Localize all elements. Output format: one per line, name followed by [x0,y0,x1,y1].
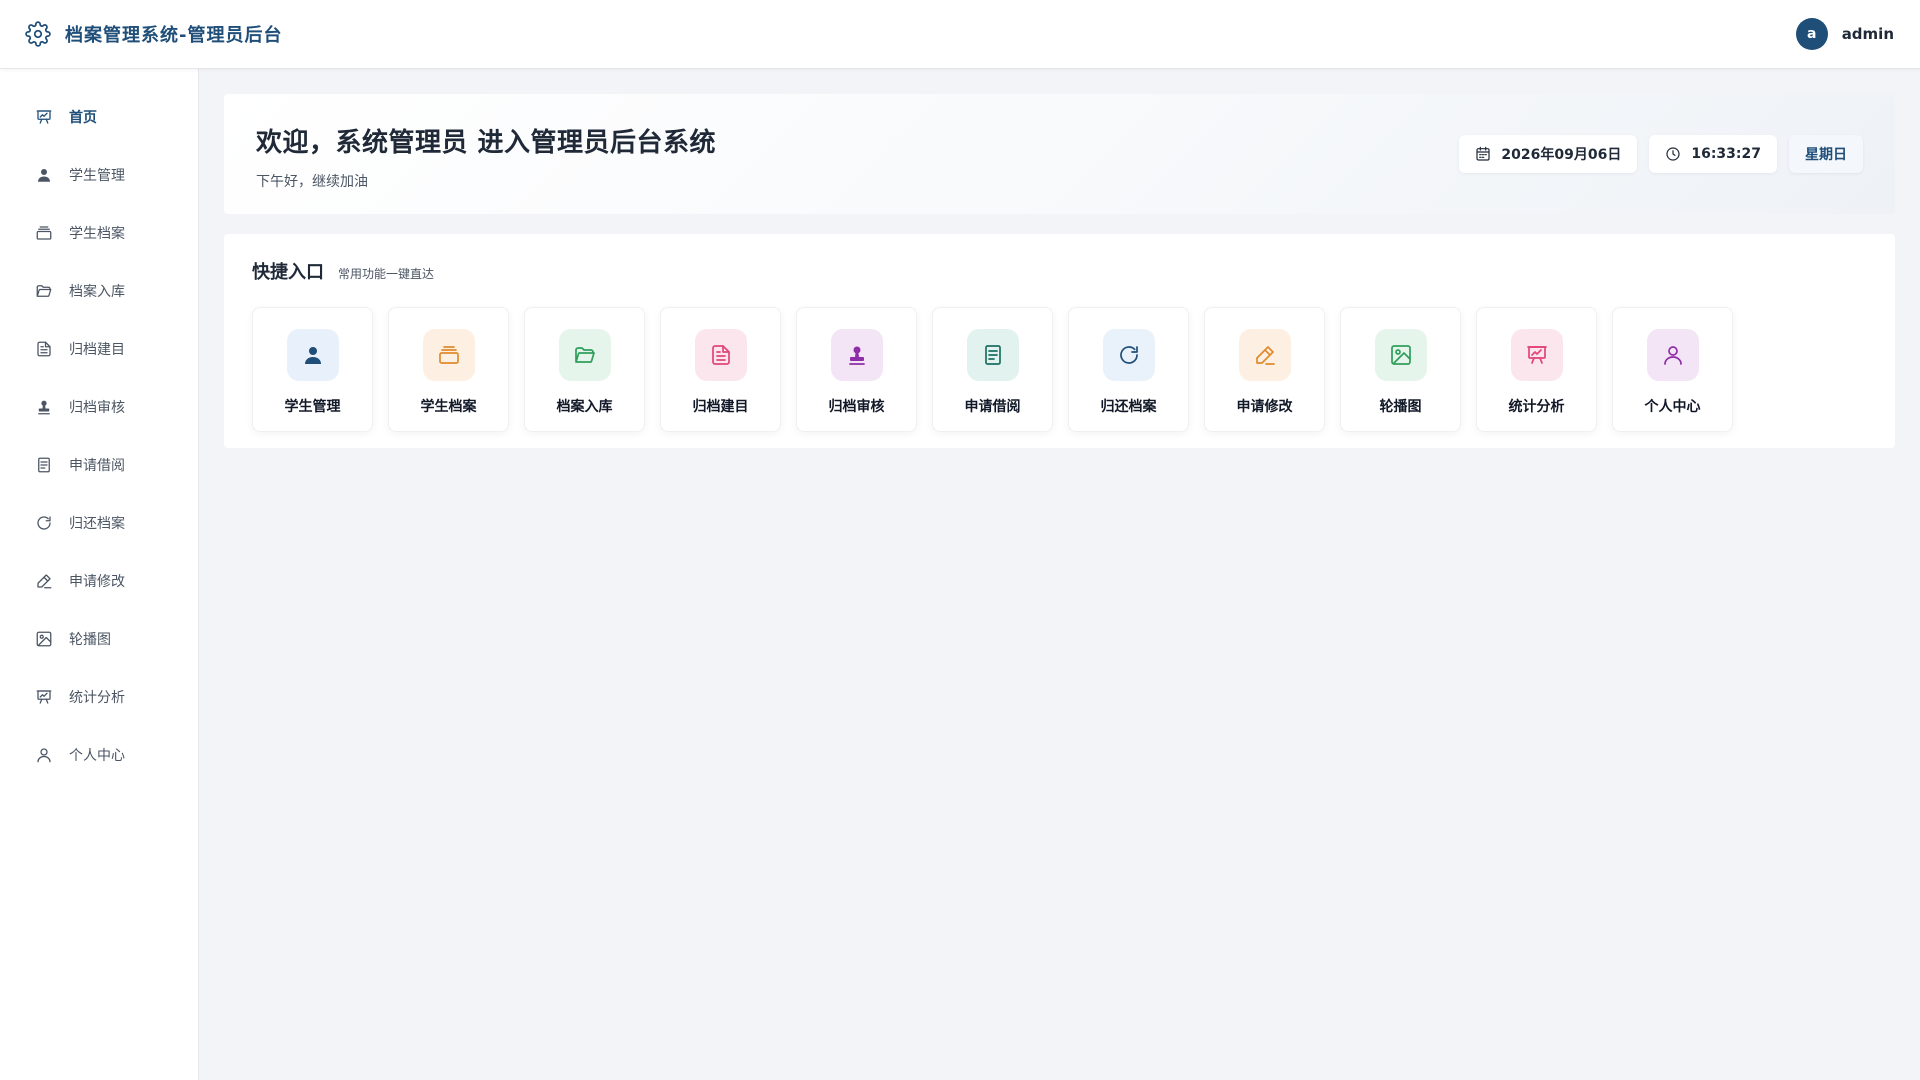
sidebar: 首页学生管理学生档案档案入库归档建目归档审核申请借阅归还档案申请修改轮播图统计分… [0,69,199,1080]
top-header: 档案管理系统-管理员后台 a admin [0,0,1920,69]
quick-entry-label: 学生档案 [420,399,477,415]
document-text-icon [35,340,53,358]
sidebar-item-3[interactable]: 档案入库 [0,262,198,320]
calendar-icon [1476,146,1491,161]
sidebar-item-label: 申请修改 [69,574,125,590]
datetime-chips: 2026年09月06日 16:33:27 星期日 [1459,135,1863,173]
quick-entry-label: 归档建目 [692,399,749,415]
date-chip: 2026年09月06日 [1459,135,1638,173]
sidebar-item-10[interactable]: 统计分析 [0,668,198,726]
pen-edit-icon [35,572,53,590]
quick-entry-label: 轮播图 [1379,399,1422,415]
sidebar-item-label: 学生档案 [69,226,125,242]
notes-icon [35,456,53,474]
presentation-chart-icon [35,688,53,706]
folder-open-icon [558,329,611,381]
sidebar-item-label: 档案入库 [69,284,125,300]
quick-entry-title: 快捷入口 [252,262,324,283]
stacked-folders-icon [422,329,475,381]
sidebar-item-6[interactable]: 申请借阅 [0,436,198,494]
user-solid-icon [286,329,339,381]
quick-entry-label: 个人中心 [1644,399,1701,415]
sidebar-item-label: 轮播图 [69,632,111,648]
stamp-icon [35,398,53,416]
presentation-chart-icon [1510,329,1563,381]
image-icon [35,630,53,648]
sidebar-item-8[interactable]: 申请修改 [0,552,198,610]
date-text: 2026年09月06日 [1501,147,1622,163]
quick-entry-card[interactable]: 申请修改 [1204,307,1325,432]
sidebar-item-label: 个人中心 [69,748,125,764]
quick-entry-card[interactable]: 学生管理 [252,307,373,432]
sidebar-item-label: 归档建目 [69,342,125,358]
sidebar-item-11[interactable]: 个人中心 [0,726,198,784]
quick-entry-card[interactable]: 学生档案 [388,307,509,432]
user-solid-icon [35,166,53,184]
quick-entry-label: 归还档案 [1100,399,1157,415]
sidebar-item-0[interactable]: 首页 [0,88,198,146]
user-outline-icon [1646,329,1699,381]
sidebar-item-2[interactable]: 学生档案 [0,204,198,262]
quick-entry-label: 申请修改 [1236,399,1293,415]
clock-icon [1666,147,1680,161]
pen-edit-icon [1238,329,1291,381]
username[interactable]: admin [1842,25,1894,43]
sidebar-item-label: 归档审核 [69,400,125,416]
quick-entry-card[interactable]: 轮播图 [1340,307,1461,432]
presentation-chart-icon [35,108,53,126]
time-text: 16:33:27 [1691,146,1761,162]
quick-entry-card[interactable]: 归档建目 [660,307,781,432]
weekday-text: 星期日 [1805,147,1847,163]
refresh-icon [1102,329,1155,381]
user-outline-icon [35,746,53,764]
user-menu[interactable]: a admin [1795,18,1894,50]
quick-entry-cards: 学生管理 学生档案 档案入库 归档建目 归档审核 申请借阅 归还档案 申请修改 轮播图 统计分析 个… [252,307,1895,432]
quick-entry-label: 归档审核 [828,399,885,415]
quick-entry-card[interactable]: 归还档案 [1068,307,1189,432]
quick-entry-subtitle: 常用功能一键直达 [338,267,435,281]
brand[interactable]: 档案管理系统-管理员后台 [25,21,282,47]
weekday-chip: 星期日 [1789,135,1863,173]
welcome-banner: 欢迎，系统管理员 进入管理员后台系统 下午好，继续加油 2026年09月06日 … [224,94,1895,214]
image-icon [1374,329,1427,381]
sidebar-item-9[interactable]: 轮播图 [0,610,198,668]
quick-entry-label: 档案入库 [556,399,613,415]
notes-icon [966,329,1019,381]
quick-entry-label: 统计分析 [1508,399,1565,415]
refresh-icon [35,514,53,532]
sidebar-item-4[interactable]: 归档建目 [0,320,198,378]
gear-icon [25,21,51,47]
quick-entry-card[interactable]: 个人中心 [1612,307,1733,432]
quick-entry-card[interactable]: 档案入库 [524,307,645,432]
quick-entry-card[interactable]: 申请借阅 [932,307,1053,432]
sidebar-item-label: 首页 [69,110,97,126]
quick-entry-header: 快捷入口 常用功能一键直达 [252,258,1895,284]
sidebar-item-label: 归还档案 [69,516,125,532]
avatar[interactable]: a [1795,18,1828,50]
sidebar-item-7[interactable]: 归还档案 [0,494,198,552]
time-chip: 16:33:27 [1649,135,1777,173]
folder-open-icon [35,282,53,300]
sidebar-item-1[interactable]: 学生管理 [0,146,198,204]
quick-entry-label: 申请借阅 [964,399,1021,415]
quick-entry-label: 学生管理 [284,399,341,415]
sidebar-item-label: 学生管理 [69,168,125,184]
stacked-folders-icon [35,224,53,242]
welcome-subtitle: 下午好，继续加油 [256,174,368,190]
quick-entry-card[interactable]: 统计分析 [1476,307,1597,432]
sidebar-item-5[interactable]: 归档审核 [0,378,198,436]
quick-entry-panel: 快捷入口 常用功能一键直达 学生管理 学生档案 档案入库 归档建目 归档审核 申请借阅 归还… [224,234,1895,448]
sidebar-item-label: 统计分析 [69,690,125,706]
stamp-icon [830,329,883,381]
app-title: 档案管理系统-管理员后台 [65,25,283,46]
sidebar-item-label: 申请借阅 [69,458,125,474]
quick-entry-card[interactable]: 归档审核 [796,307,917,432]
document-text-icon [694,329,747,381]
